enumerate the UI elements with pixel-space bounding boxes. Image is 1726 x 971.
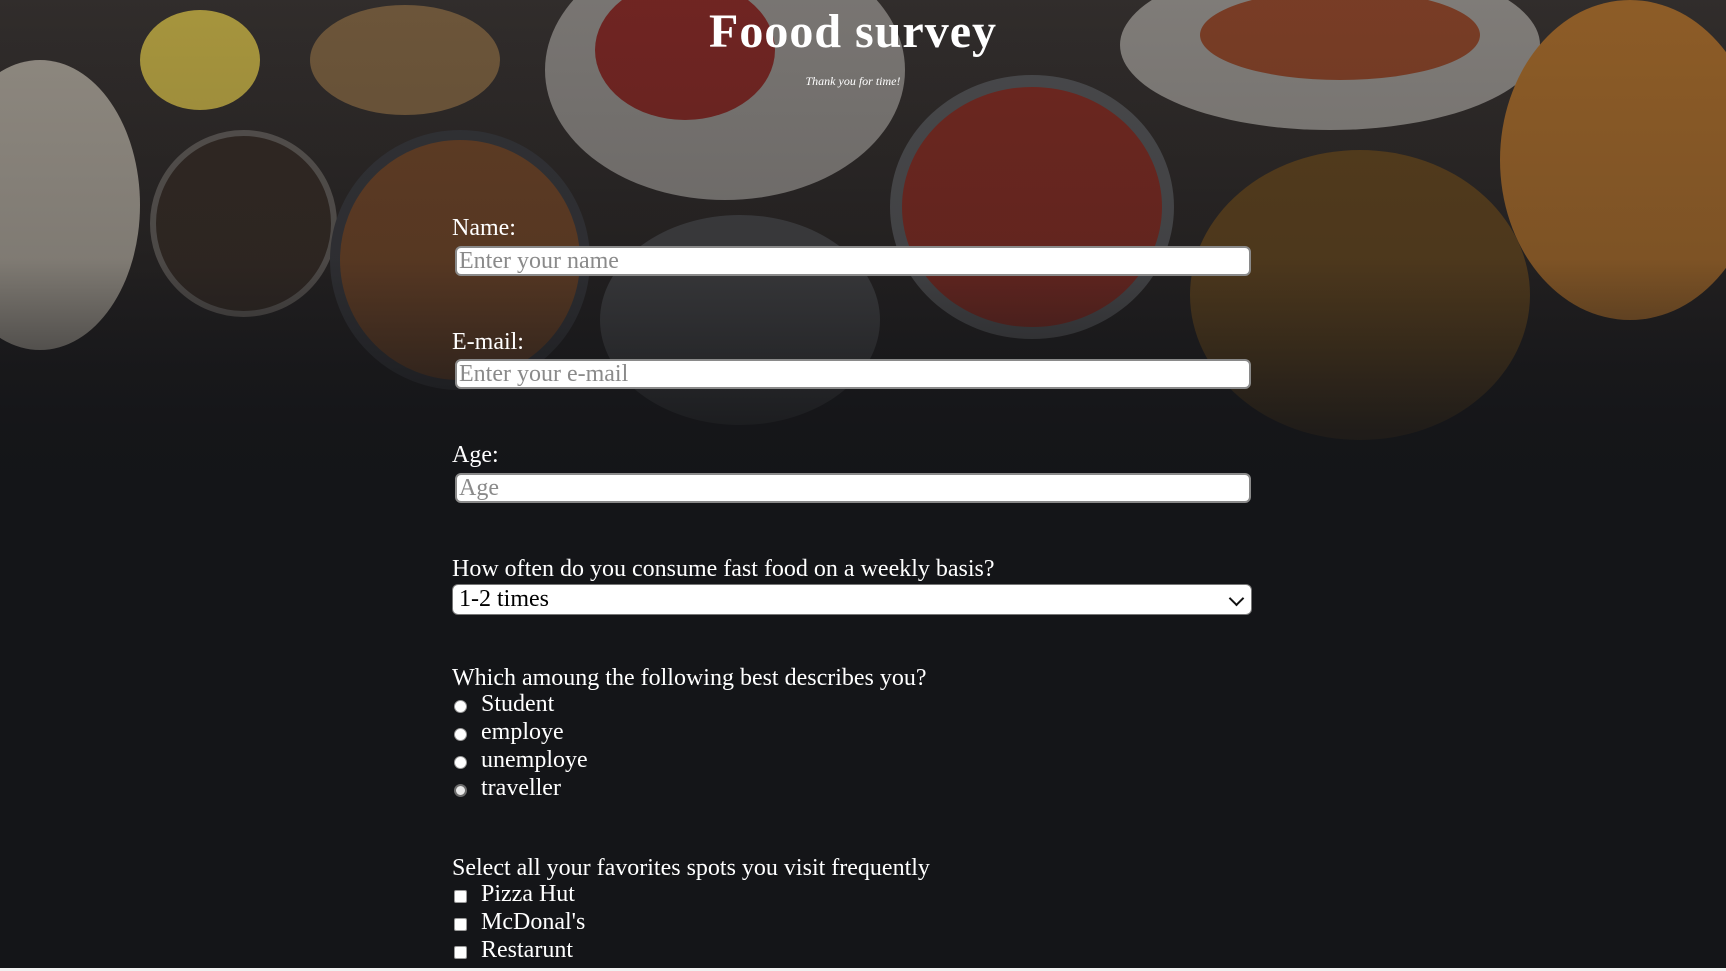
radio-option-student[interactable]: Student: [452, 691, 852, 720]
radio-button[interactable]: [454, 700, 467, 713]
radio-button[interactable]: [454, 756, 467, 769]
age-label: Age:: [452, 442, 499, 468]
spots-label: Select all your favorites spots you visi…: [452, 855, 930, 881]
checkbox[interactable]: [454, 946, 467, 959]
radio-button[interactable]: [454, 784, 467, 797]
radio-option-unemploye[interactable]: unemploye: [452, 747, 852, 776]
email-label: E-mail:: [452, 329, 524, 355]
radio-option-employe[interactable]: employe: [452, 719, 852, 748]
name-input[interactable]: [455, 246, 1251, 276]
email-input[interactable]: [455, 359, 1251, 389]
frequency-selected-value: 1-2 times: [459, 586, 549, 612]
survey-page: Foood survey Thank you for time! Name: E…: [0, 0, 1726, 971]
checkbox-label: McDonal's: [481, 909, 586, 935]
radio-label: employe: [481, 719, 564, 745]
name-label: Name:: [452, 215, 516, 241]
radio-button[interactable]: [454, 728, 467, 741]
checkbox-option-mcdonals[interactable]: McDonal's: [452, 909, 852, 938]
page-title: Foood survey: [709, 5, 997, 58]
page-subtitle: Thank you for time!: [805, 74, 901, 88]
checkbox[interactable]: [454, 918, 467, 931]
describe-label: Which amoung the following best describe…: [452, 665, 927, 691]
checkbox-label: Restarunt: [481, 937, 573, 963]
frequency-label: How often do you consume fast food on a …: [452, 556, 995, 582]
checkbox-option-restarunt[interactable]: Restarunt: [452, 937, 852, 966]
checkbox[interactable]: [454, 890, 467, 903]
checkbox-option-pizza-hut[interactable]: Pizza Hut: [452, 881, 852, 910]
age-input[interactable]: [455, 473, 1251, 503]
radio-label: Student: [481, 691, 555, 717]
chevron-down-icon: [1228, 590, 1245, 607]
radio-option-traveller[interactable]: traveller: [452, 775, 852, 804]
radio-label: unemploye: [481, 747, 588, 773]
frequency-select[interactable]: 1-2 times: [452, 584, 1252, 615]
checkbox-label: Pizza Hut: [481, 881, 575, 907]
radio-label: traveller: [481, 775, 561, 801]
